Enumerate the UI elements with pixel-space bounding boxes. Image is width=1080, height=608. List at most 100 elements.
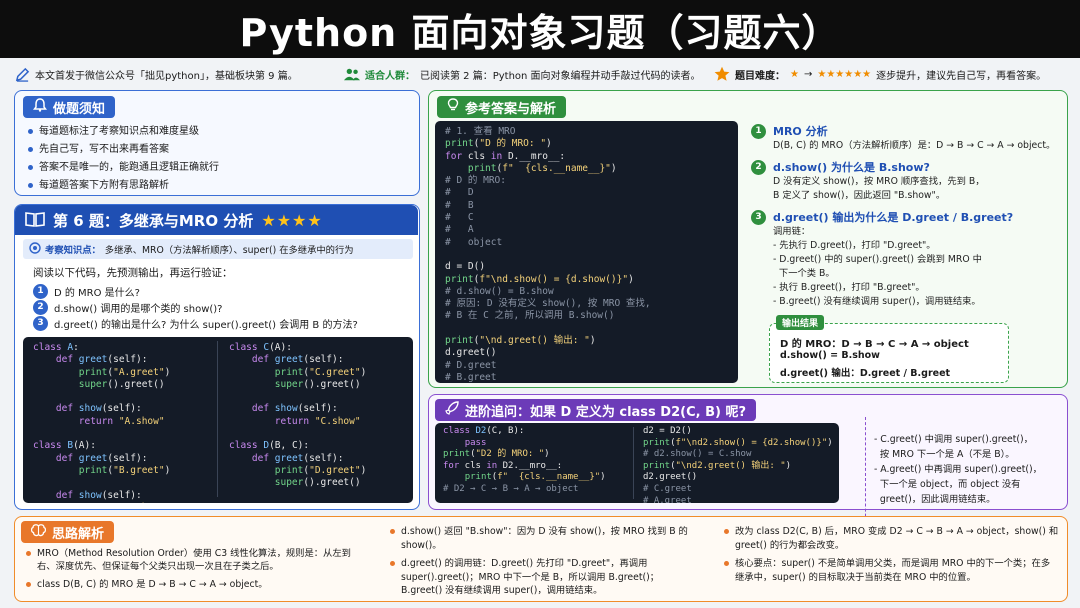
question-item-text: d.show() 调用的是哪个类的 show()? [54, 303, 223, 315]
question-header: 第 6 题：多继承与MRO 分析 ★★★★ [15, 205, 418, 235]
thinking-col-1: MRO（Method Resolution Order）使用 C3 线性化算法，… [25, 547, 355, 596]
section-line: - 先执行 D.greet()，打印 "D.greet"。 [773, 240, 936, 251]
section-line: - B.greet() 没有继续调用 super()，调用链结束。 [773, 296, 981, 307]
thinking-tag: 思路解析 [21, 521, 115, 543]
advanced-title: 进阶追问：如果 D 定义为 class D2(C, B) 呢? [465, 404, 747, 420]
adv-code-right: d2 = D2() print(f"\nd2.show() = {d2.show… [643, 426, 833, 503]
difficulty-label: 题目难度： [735, 70, 785, 82]
answer-section-1: 1 MRO 分析 D(B, C) 的 MRO（方法解析顺序）是：D → B → C… [751, 123, 1061, 153]
header-bar: Python 面向对象习题（习题六） [0, 0, 1080, 58]
list-item: 核心要点：super() 不是简单调用父类，而是调用 MRO 中的下一个类；在多… [723, 557, 1059, 584]
notice-panel: 做题须知 每道题标注了考察知识点和难度星级 先自己写，写不出来再看答案 答案不是… [14, 90, 420, 196]
section-line: - D.greet() 中的 super().greet() 会跳到 MRO 中 [773, 254, 982, 265]
thinking-col-2: d.show() 返回 "B.show"：因为 D 没有 show()，按 MR… [389, 525, 699, 603]
source-info: 本文首发于微信公众号「拙见python」，基础板块第 9 篇。 [14, 66, 344, 82]
notice-list: 每道题标注了考察知识点和难度星级 先自己写，写不出来再看答案 答案不是唯一的，能… [27, 125, 413, 197]
number-badge: 1 [33, 283, 48, 299]
thinking-panel: 思路解析 MRO（Method Resolution Order）使用 C3 线… [14, 516, 1068, 602]
topic-text: 多继承、MRO（方法解析顺序）、super() 在多继承中的行为 [104, 245, 354, 256]
number-badge: 2 [751, 159, 766, 175]
answer-code-block: # 1. 查看 MRO print("D 的 MRO: ") for cls i… [435, 121, 738, 383]
number-badge: 3 [751, 209, 766, 225]
question-panel: 第 6 题：多继承与MRO 分析 ★★★★ 考察知识点： 多继承、MRO（方法解… [14, 204, 420, 510]
advanced-panel: 进阶追问：如果 D 定义为 class D2(C, B) 呢? class D2… [428, 394, 1068, 537]
result-line: d.show() = B.show [780, 350, 880, 361]
answer-section-2: 2 d.show() 为什么是 B.show? D 没有定义 show()，按 M… [751, 159, 1061, 203]
advanced-code-block: class D2(C, B): pass print("D2 的 MRO: ")… [435, 423, 839, 503]
section-title: MRO 分析 [773, 125, 828, 138]
answer-tag: 参考答案与解析 [437, 96, 567, 118]
result-line: d.greet() 输出：D.greet / B.greet [780, 368, 951, 379]
list-item: MRO（Method Resolution Order）使用 C3 线性化算法，… [25, 547, 355, 573]
section-line: D(B, C) 的 MRO（方法解析顺序）是：D → B → C → A → o… [773, 140, 1056, 151]
difficulty-info: 题目难度： ★ → ★★★★★★ 逐步提升，建议先自己写，再看答案。 [714, 66, 1046, 82]
list-item: 1 D 的 MRO 是什么? [33, 283, 413, 299]
notice-tag: 做题须知 [23, 96, 116, 118]
audience-info: 适合人群： 已阅读第 2 篇：Python 面向对象编程并动手敲过代码的读者。 [344, 66, 714, 82]
topic-label: 考察知识点： [45, 245, 101, 256]
section-line: B 定义了 show()，因此返回 "B.show"。 [773, 190, 946, 201]
section-title: d.show() 为什么是 B.show? [773, 161, 930, 174]
note-line: - C.greet() 中调用 super().greet()， [874, 434, 1033, 445]
number-badge: 3 [33, 315, 48, 331]
question-items: 1 D 的 MRO 是什么? 2 d.show() 调用的是哪个类的 show(… [33, 283, 413, 331]
thinking-col-3: 改为 class D2(C, B) 后，MRO 变成 D2 → C → B → … [723, 525, 1059, 589]
page-title: Python 面向对象习题（习题六） [239, 10, 841, 55]
difficulty-text: 逐步提升，建议先自己写，再看答案。 [876, 70, 1047, 82]
question-title: 第 6 题：多继承与MRO 分析 [53, 211, 254, 230]
number-badge: 1 [751, 123, 766, 139]
list-item: 答案不是唯一的，能跑通且逻辑正确就行 [27, 161, 413, 174]
difficulty-to: ★★★★★★ [817, 68, 872, 80]
question-stars: ★★★★ [261, 210, 323, 230]
pencil-icon [14, 66, 30, 82]
advanced-tag: 进阶追问：如果 D 定义为 class D2(C, B) 呢? [435, 399, 757, 421]
question-intro: 阅读以下代码，先预测输出，再运行验证： [33, 267, 233, 279]
adv-code-left: class D2(C, B): pass print("D2 的 MRO: ")… [443, 426, 606, 494]
audience-label: 适合人群： [365, 70, 415, 82]
question-item-text: D 的 MRO 是什么? [54, 287, 140, 299]
difficulty-arrow: → [803, 68, 813, 80]
list-item: 每道题标注了考察知识点和难度星级 [27, 125, 413, 138]
result-box: 输出结果 D 的 MRO：D → B → C → A → object d.sh… [769, 315, 1009, 383]
note-line: greet()，因此调用链结束。 [874, 494, 996, 505]
note-line: 下一个是 object，而 object 没有 [874, 479, 1021, 490]
notice-title: 做题须知 [53, 101, 106, 117]
code-col-right: class C(A): def greet(self): print("C.gr… [229, 342, 367, 489]
result-line: D 的 MRO：D → B → C → A → object [780, 339, 969, 350]
list-item: d.show() 返回 "B.show"：因为 D 没有 show()，按 MR… [389, 525, 699, 552]
question-code-block: class A: def greet(self): print("A.greet… [23, 337, 413, 503]
brain-icon [30, 523, 47, 541]
list-item: 每道题答案下方附有思路解析 [27, 179, 413, 192]
list-item: class D(B, C) 的 MRO 是 D → B → C → A → ob… [25, 578, 355, 591]
code-divider [217, 341, 218, 497]
code-divider [633, 427, 634, 499]
note-line: - A.greet() 中再调用 super().greet()， [874, 464, 1042, 475]
users-icon [344, 66, 360, 82]
list-item: 改为 class D2(C, B) 后，MRO 变成 D2 → C → B → … [723, 525, 1059, 552]
answer-title: 参考答案与解析 [465, 101, 557, 117]
audience-text: 已阅读第 2 篇：Python 面向对象编程并动手敲过代码的读者。 [420, 70, 701, 82]
section-line: - 执行 B.greet()，打印 "B.greet"。 [773, 282, 925, 293]
info-bar: 本文首发于微信公众号「拙见python」，基础板块第 9 篇。 适合人群： 已阅… [14, 62, 1070, 86]
section-line: 调用链： [773, 226, 811, 237]
topic-row: 考察知识点： 多继承、MRO（方法解析顺序）、super() 在多继承中的行为 [23, 239, 413, 259]
target-icon [29, 241, 41, 257]
thinking-title: 思路解析 [52, 526, 105, 542]
rocket-icon [445, 401, 459, 419]
list-item: 2 d.show() 调用的是哪个类的 show()? [33, 299, 413, 315]
lightbulb-icon [447, 98, 459, 116]
answer-explanations: 1 MRO 分析 D(B, C) 的 MRO（方法解析顺序）是：D → B → C… [751, 123, 1061, 309]
list-item: 3 d.greet() 的输出是什么? 为什么 super().greet() … [33, 315, 413, 331]
list-item: 先自己写，写不出来再看答案 [27, 143, 413, 156]
note-line: 按 MRO 下一个是 A（不是 B）。 [874, 449, 1015, 460]
answer-panel: 参考答案与解析 # 1. 查看 MRO print("D 的 MRO: ") f… [428, 90, 1068, 388]
section-title: d.greet() 输出为什么是 D.greet / B.greet? [773, 211, 1014, 224]
book-icon [25, 211, 45, 230]
number-badge: 2 [33, 299, 48, 315]
section-line: 下一个类 B。 [773, 268, 835, 279]
star-icon [714, 66, 730, 82]
difficulty-from: ★ [790, 68, 799, 80]
code-col-left: class A: def greet(self): print("A.greet… [33, 342, 171, 503]
source-text: 本文首发于微信公众号「拙见python」，基础板块第 9 篇。 [35, 70, 298, 82]
answer-section-3: 3 d.greet() 输出为什么是 D.greet / B.greet? 调用链… [751, 209, 1061, 309]
